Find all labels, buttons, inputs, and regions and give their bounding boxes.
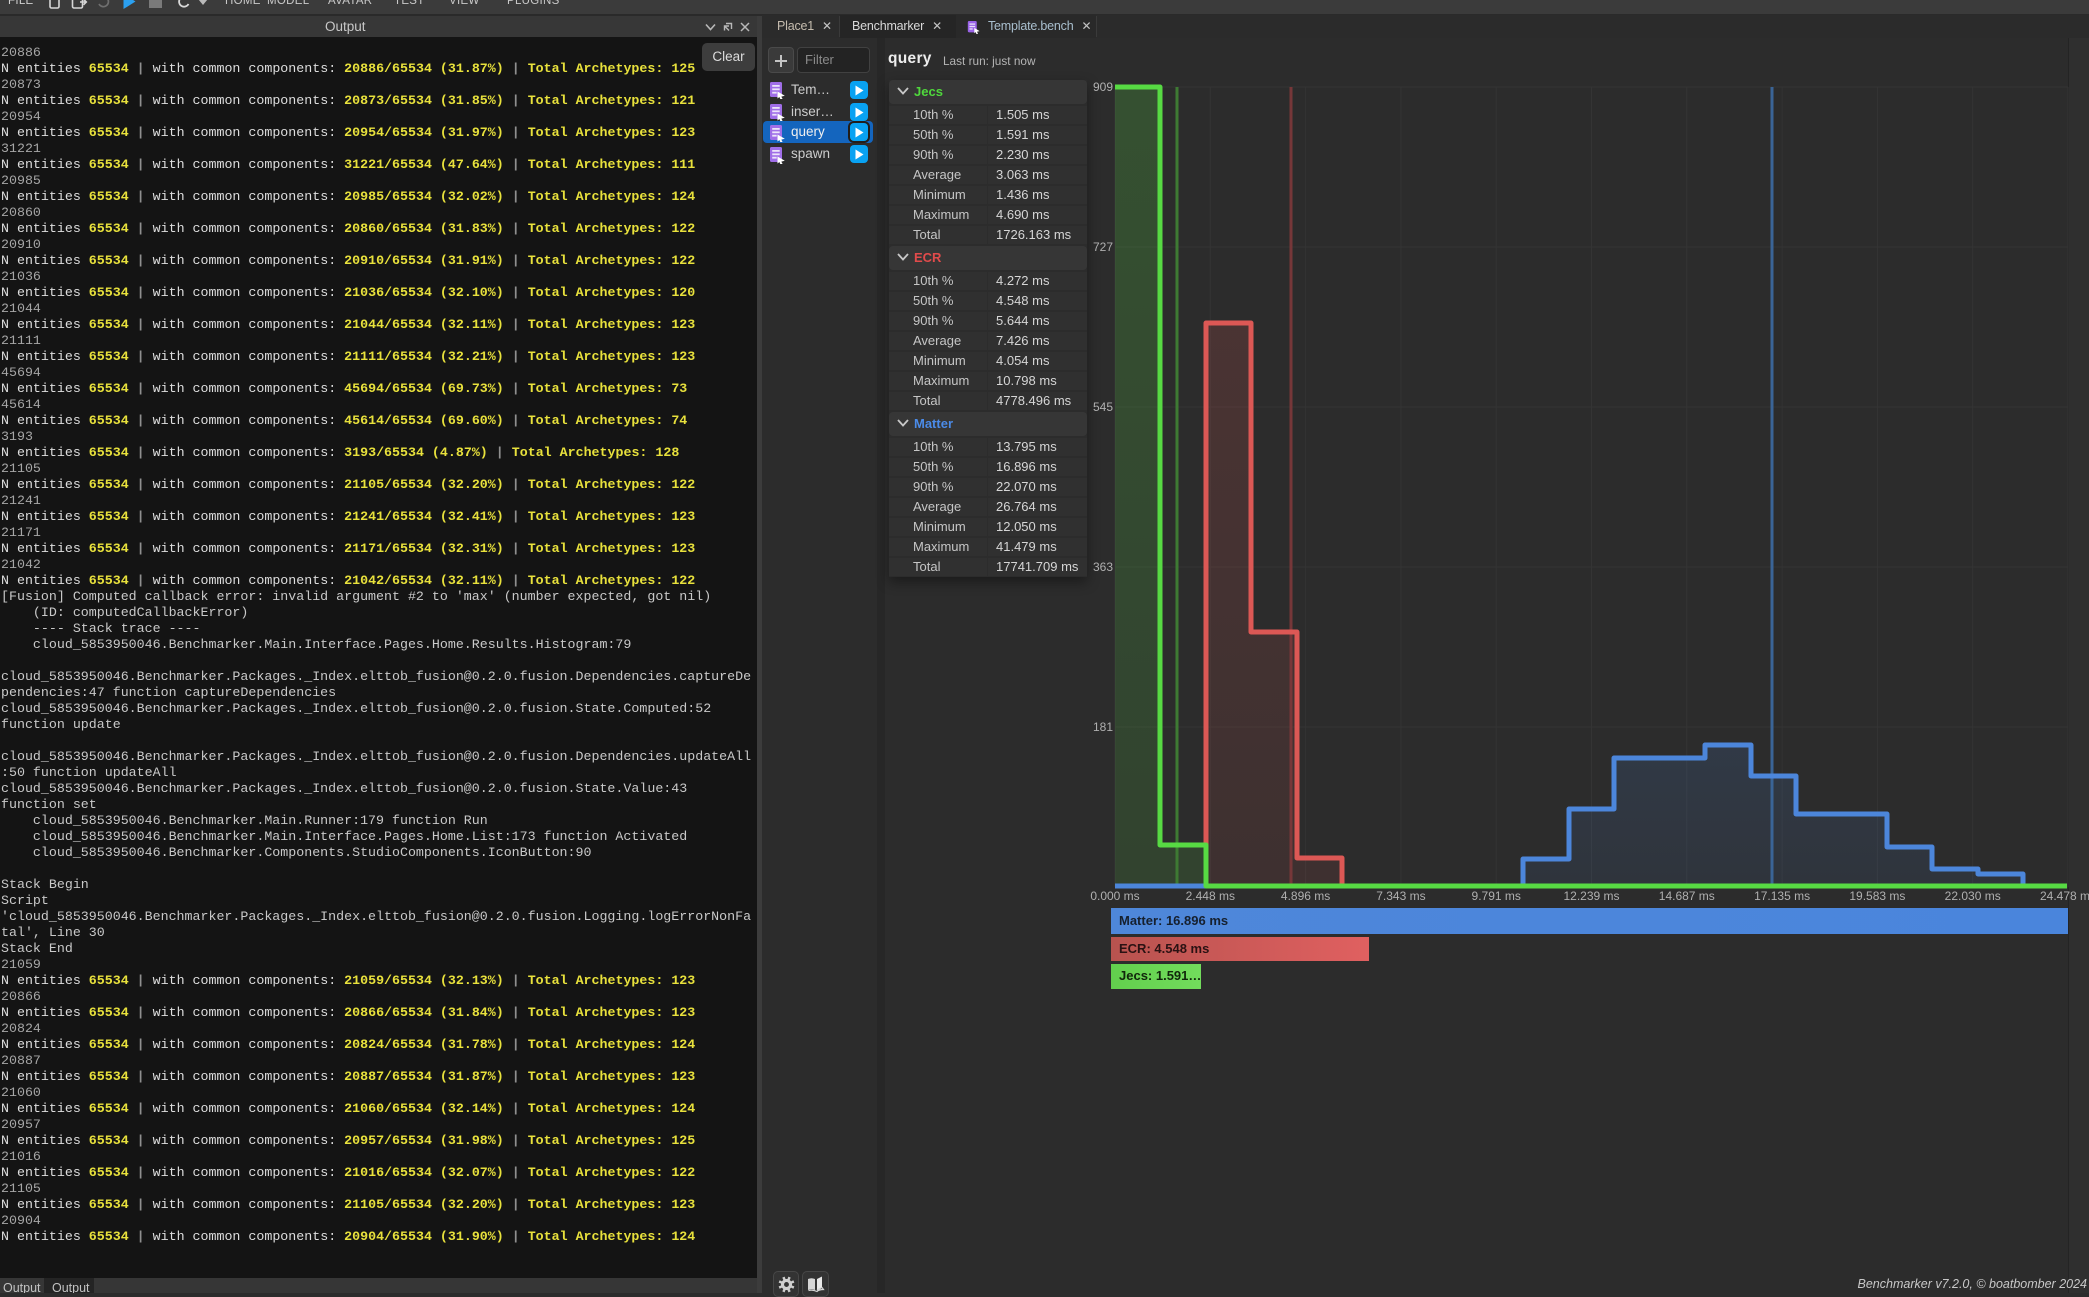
svg-text:909: 909	[1093, 80, 1113, 94]
svg-text:22.030 ms: 22.030 ms	[1945, 889, 2001, 903]
svg-text:12.239 ms: 12.239 ms	[1563, 889, 1619, 903]
svg-text:24.478 ms: 24.478 ms	[2040, 889, 2089, 903]
svg-text:727: 727	[1093, 240, 1113, 254]
svg-text:7.343 ms: 7.343 ms	[1376, 889, 1425, 903]
svg-text:9.791 ms: 9.791 ms	[1472, 889, 1521, 903]
svg-text:0.000 ms: 0.000 ms	[1090, 889, 1139, 903]
svg-text:545: 545	[1093, 400, 1113, 414]
svg-text:17.135 ms: 17.135 ms	[1754, 889, 1810, 903]
svg-text:19.583 ms: 19.583 ms	[1849, 889, 1905, 903]
svg-text:4.896 ms: 4.896 ms	[1281, 889, 1330, 903]
svg-text:14.687 ms: 14.687 ms	[1659, 889, 1715, 903]
svg-text:181: 181	[1093, 720, 1113, 734]
svg-text:2.448 ms: 2.448 ms	[1186, 889, 1235, 903]
svg-text:363: 363	[1093, 560, 1113, 574]
